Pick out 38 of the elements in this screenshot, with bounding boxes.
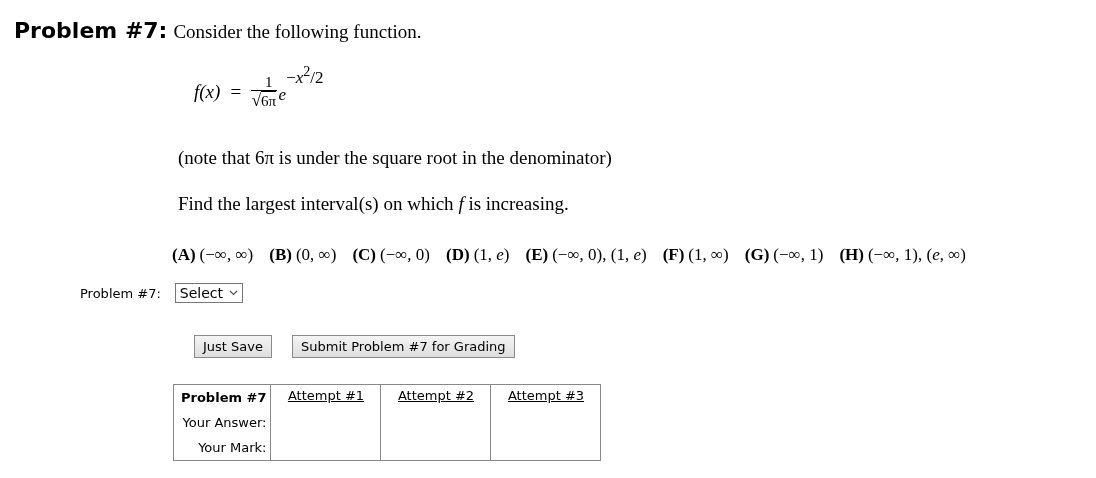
formula-lhs: f(x) <box>194 81 221 103</box>
exponential-base: e <box>278 85 287 105</box>
save-button[interactable]: Just Save <box>194 335 272 358</box>
attempt-link[interactable]: Attempt #3 <box>507 388 585 403</box>
row-label: Your Answer: <box>182 415 267 430</box>
submit-button[interactable]: Submit Problem #7 for Grading <box>292 335 515 358</box>
question-text: Find the largest interval(s) on which f is increasing. <box>178 193 570 215</box>
choice-letter: (H) <box>839 245 864 264</box>
choice-text: (0, ∞) <box>295 245 337 264</box>
radical-sign: √ <box>251 92 261 110</box>
choice-text: (−∞, 0), (1, e) <box>552 245 647 264</box>
problem-title: Problem #7: <box>14 18 168 43</box>
exponent: −x$^{2}$/2 <box>286 63 324 88</box>
choice-letter: (F) <box>662 245 685 264</box>
choice-text: (1, ∞) <box>688 245 729 264</box>
choice-letter: (A) <box>172 245 196 264</box>
answer-dropdown[interactable]: Select <box>174 283 244 303</box>
choice-letter: (E) <box>525 245 549 264</box>
table-header: Problem #7 <box>181 390 267 405</box>
note-text: (note that 6π is under the square root in the denominator) <box>178 147 613 169</box>
answer-label: Problem #7: <box>80 285 161 301</box>
radicand: 6π <box>260 91 277 110</box>
choice-text: (1, e) <box>473 245 510 264</box>
choice-letter: (G) <box>744 245 770 264</box>
choice-text: (−∞, 0) <box>380 245 431 264</box>
choice-text: (−∞, ∞) <box>199 245 254 264</box>
fraction-numerator: 1 <box>251 74 277 91</box>
chevron-icon <box>229 290 239 296</box>
choice-text: (−∞, 1) <box>773 245 824 264</box>
choice-letter: (B) <box>269 245 292 264</box>
attempt-link[interactable]: Attempt #1 <box>287 388 365 403</box>
intro-text: Consider the following function. <box>173 21 422 43</box>
choice-letter: (C) <box>352 245 376 264</box>
attempt-link[interactable]: Attempt #2 <box>397 388 475 403</box>
choice-text: (−∞, 1), (e, ∞) <box>867 245 966 264</box>
choice-letter: (D) <box>446 245 470 264</box>
row-label: Your Mark: <box>198 440 267 455</box>
equals-sign: = <box>230 81 242 103</box>
